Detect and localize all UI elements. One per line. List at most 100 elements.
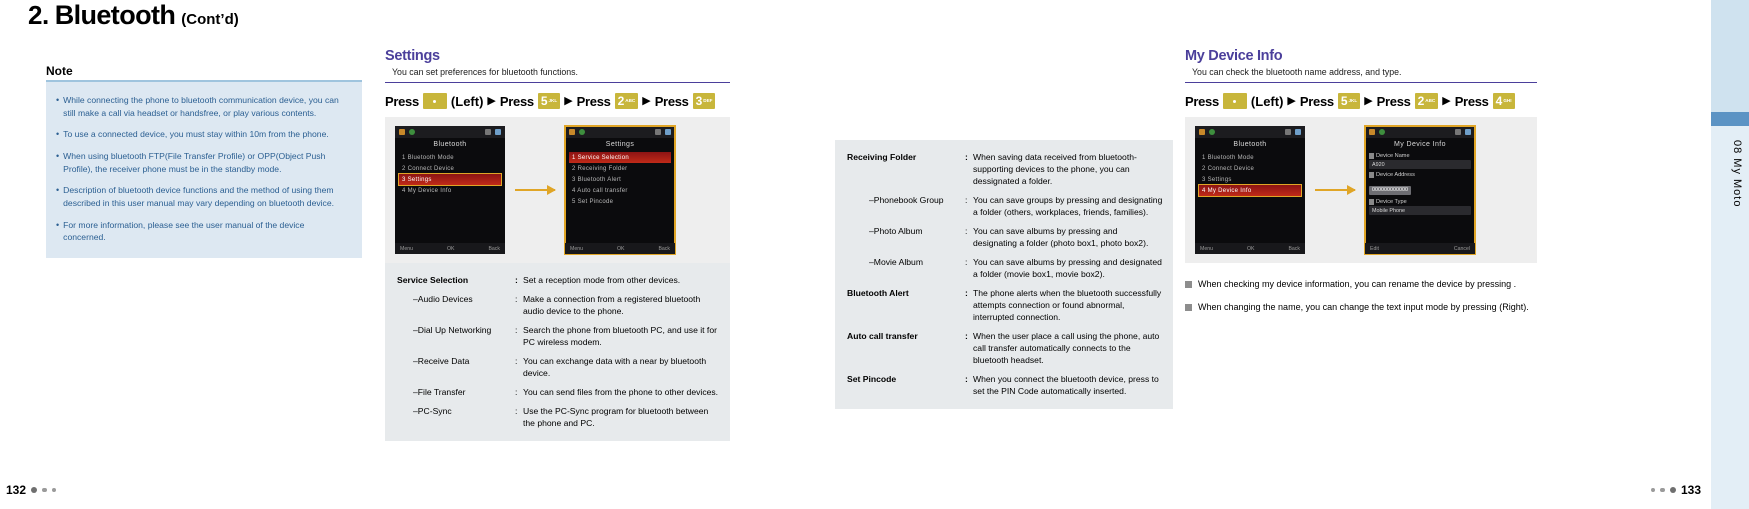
phone-screen-title: Bluetooth: [433, 141, 467, 149]
softkey-mid: OK: [446, 245, 455, 252]
phone-status-bar: [1195, 126, 1305, 139]
device-info-key-sequence: Press (Left) ▶ Press 5 JKL ▶ Press 2 ABC…: [1185, 93, 1537, 110]
side-tab-marker: [1711, 112, 1749, 126]
phone-menu-item: 1 Bluetooth Mode: [1202, 154, 1254, 161]
page-dot-icon: [31, 487, 38, 493]
definition-desc: You can save groups by pressing and desi…: [973, 195, 1163, 217]
phone-screen-bluetooth-menu: Bluetooth 1 Bluetooth Mode 2 Connect Dev…: [395, 126, 505, 255]
definition-term: –Audio Devices: [413, 294, 473, 305]
definition-colon: :: [965, 195, 968, 205]
definition-row: –Receive Data : You can exchange data wi…: [397, 355, 720, 379]
square-bullet-icon: [1185, 303, 1192, 311]
softkey-mid: OK: [616, 245, 625, 252]
phone-menu-item: 2 Connect Device: [402, 165, 455, 172]
definition-desc: You can exchange data with a near by blu…: [523, 356, 707, 379]
definition-desc: When you connect the bluetooth device, p…: [973, 374, 1159, 396]
file-icon: [1369, 199, 1374, 206]
phone-menu-item: 4 Auto call transfer: [572, 187, 628, 194]
phone-menu-list: 1 Bluetooth Mode 2 Connect Device 3 Sett…: [395, 152, 505, 196]
page-dot-icon: [1669, 487, 1676, 493]
phone-field-value: 000000000000: [1369, 185, 1411, 195]
definition-term: –Receive Data: [413, 356, 470, 367]
note-item-text: For more information, please see the use…: [63, 219, 305, 243]
phone-field: Device Address 000000000000: [1369, 172, 1471, 196]
phone-softkey-bar: Edit Cancel: [1365, 243, 1475, 255]
phone-field-value: Mobile Phone: [1369, 206, 1471, 216]
definition-term: Bluetooth Alert: [847, 288, 909, 298]
note-list-item: • When using bluetooth FTP(File Transfer…: [56, 150, 348, 175]
definition-desc: You can save albums by pressing and desi…: [973, 257, 1162, 279]
phone-menu-item: 3 Bluetooth Alert: [572, 176, 622, 183]
softkey-mid: OK: [1246, 245, 1255, 252]
press-label: Press: [1185, 93, 1219, 109]
note-item-text: Description of bluetooth device function…: [63, 185, 335, 208]
phone-screen-title: Settings: [605, 141, 635, 149]
press-label: Press: [1299, 93, 1334, 109]
softkey-left: Menu: [570, 245, 583, 252]
page-title-text: Bluetooth: [54, 0, 176, 30]
phone-menu-item: 2 Connect Device: [1202, 165, 1255, 172]
phone-field-label: Device Name: [1369, 153, 1471, 160]
definition-colon: :: [965, 152, 968, 162]
settings-divider: [385, 82, 730, 84]
numeric-key-5: 5 JKL: [537, 93, 561, 110]
phone-field-label: Device Address: [1369, 172, 1471, 179]
nav-key-icon: [1222, 93, 1247, 110]
press-label: Press: [1376, 93, 1411, 109]
sequence-arrow-icon: ▶: [487, 94, 496, 107]
press-label: Press: [499, 93, 534, 109]
definition-term: –Photo Album: [869, 226, 923, 236]
definition-colon: :: [965, 331, 968, 341]
definition-desc: You can send files from the phone to oth…: [523, 387, 719, 398]
page-title-number: 2.: [28, 0, 49, 30]
definition-row: –File Transfer : You can send files from…: [397, 386, 720, 398]
phone-screen-settings-menu: Settings 1 Service Selection 2 Receiving…: [564, 125, 676, 256]
sequence-arrow-icon: ▶: [1442, 94, 1451, 107]
definition-desc: The phone alerts when the bluetooth succ…: [973, 288, 1162, 322]
phone-menu-item: 3 Settings: [1202, 176, 1232, 183]
note-list-item: • While connecting the phone to bluetoot…: [56, 94, 348, 119]
phone-screen-bluetooth-menu: Bluetooth 1 Bluetooth Mode 2 Connect Dev…: [1195, 126, 1305, 255]
definition-row: –Phonebook Group : You can save groups b…: [847, 194, 1163, 218]
definition-desc: Use the PC-Sync program for bluetooth be…: [523, 406, 709, 429]
definition-row: –Photo Album : You can save albums by pr…: [847, 225, 1163, 249]
nav-key-icon: [422, 93, 447, 110]
page-dot-icon: [1660, 487, 1665, 493]
my-device-info-section: My Device Info You can check the bluetoo…: [1185, 48, 1537, 323]
page-number-right-group: 133: [1650, 483, 1701, 497]
numeric-key-3: 3 DEF: [692, 93, 716, 110]
direction-label: (Left): [1250, 93, 1284, 109]
bullet-row: When checking my device information, you…: [1185, 277, 1537, 291]
definition-term: Set Pincode: [847, 374, 897, 384]
phone-softkey-bar: Menu OK Back: [565, 243, 675, 255]
note-label: Note: [46, 64, 73, 78]
phone-menu-list: 1 Service Selection 2 Receiving Folder 3…: [565, 152, 675, 207]
sequence-arrow-icon: ▶: [564, 94, 573, 107]
phone-softkey-bar: Menu OK Back: [395, 243, 505, 255]
definition-term: –Dial Up Networking: [413, 325, 492, 336]
softkey-right: Cancel: [1453, 245, 1470, 252]
definition-colon: :: [965, 226, 968, 236]
page-number-left-group: 132: [6, 483, 57, 497]
phone-menu-item: 4 My Device Info: [402, 187, 452, 194]
settings-screenshots: Bluetooth 1 Bluetooth Mode 2 Connect Dev…: [385, 117, 730, 264]
definition-colon: :: [515, 356, 518, 367]
phone-menu-item: 1 Bluetooth Mode: [402, 154, 454, 161]
device-info-subtitle: You can check the bluetooth name address…: [1192, 67, 1402, 77]
definition-colon: :: [965, 288, 968, 298]
bullet-text: When changing the name, you can change t…: [1198, 302, 1529, 313]
note-list-item: • Description of bluetooth device functi…: [56, 184, 348, 209]
direction-label: (Left): [450, 93, 484, 109]
device-info-heading: My Device Info: [1185, 48, 1283, 64]
definition-row: Set Pincode : When you connect the bluet…: [847, 373, 1163, 397]
definition-colon: :: [965, 257, 968, 267]
definition-term: Service Selection: [397, 275, 469, 286]
press-label: Press: [385, 93, 419, 109]
phone-menu-item-selected: 1 Service Selection: [569, 152, 671, 164]
phone-menu-item-selected: 3 Settings: [398, 173, 502, 187]
definition-row: Service Selection : Set a reception mode…: [397, 274, 720, 286]
phone-field-value: A920: [1369, 160, 1471, 170]
phone-screen-title: Bluetooth: [1233, 141, 1267, 149]
phone-screen-my-device-info: My Device Info Device Name A920 Device A…: [1364, 125, 1476, 256]
definition-desc: You can save albums by pressing and desi…: [973, 226, 1149, 248]
